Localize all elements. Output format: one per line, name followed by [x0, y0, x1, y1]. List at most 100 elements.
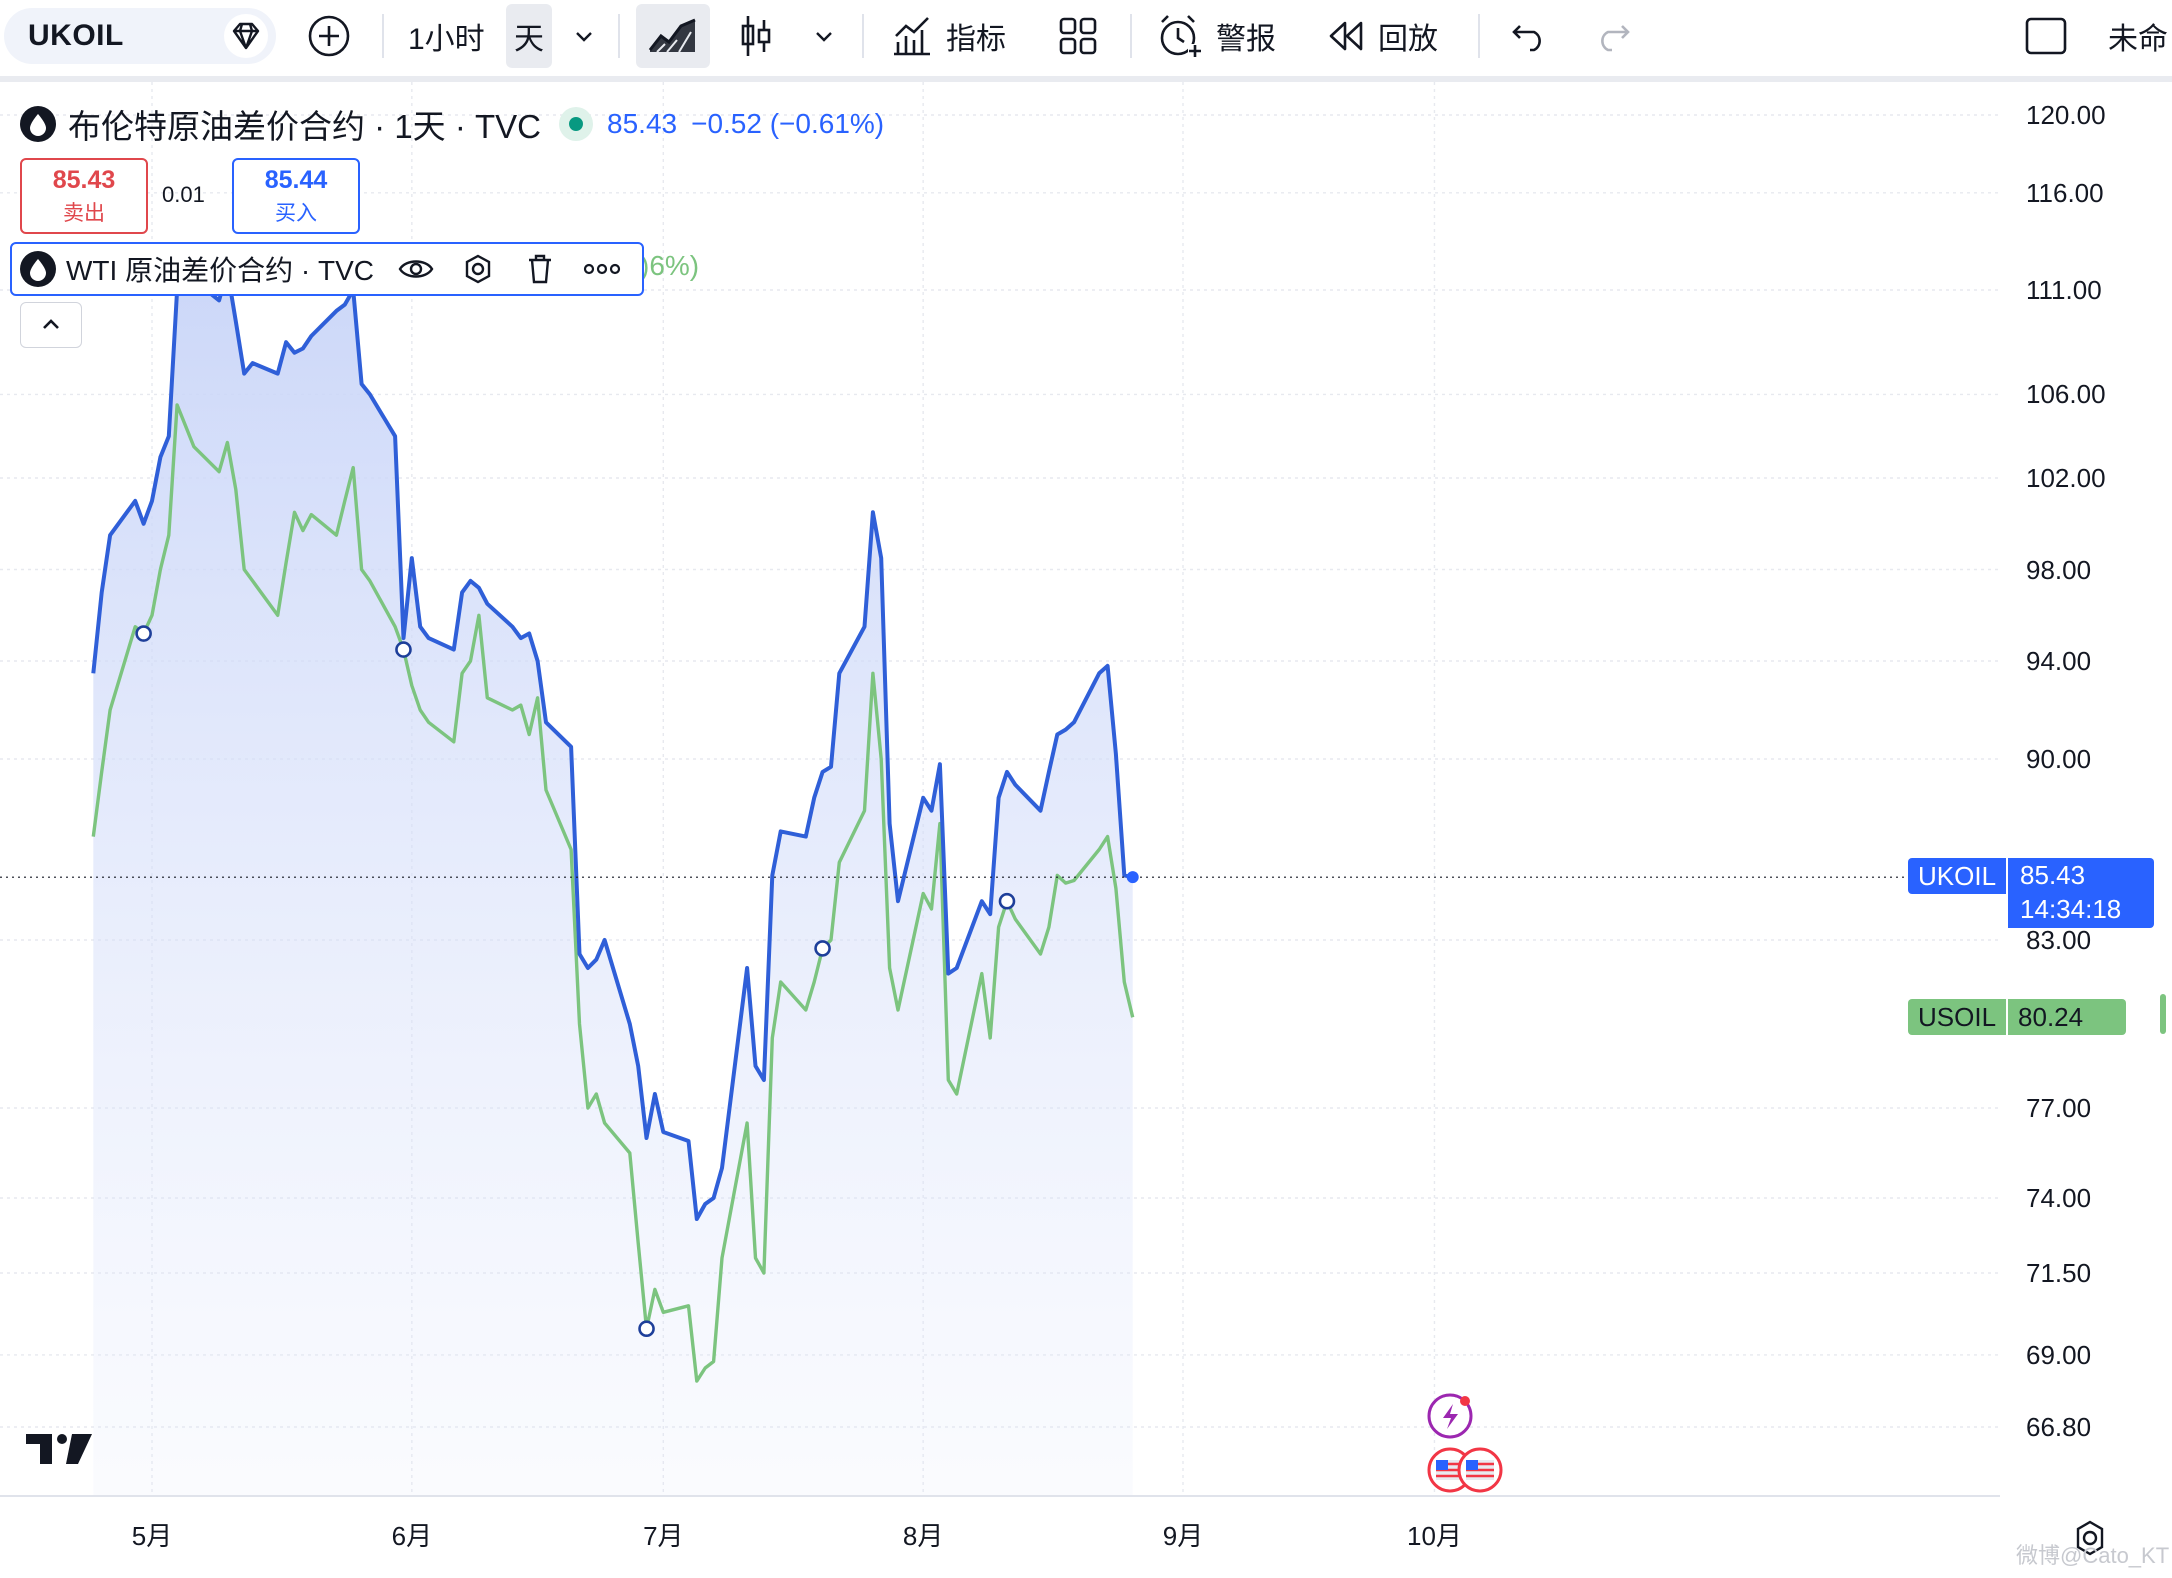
ukoil-badge-countdown: 14:34:18 [2020, 894, 2122, 924]
price-tick-label: 71.50 [2026, 1258, 2092, 1288]
candles-button[interactable] [738, 0, 774, 72]
ukoil-price-badge: UKOIL 85.43 14:34:18 [1908, 858, 2155, 928]
layout-name-button[interactable]: 未命 [2108, 0, 2168, 72]
wti-series-legend[interactable]: WTI 原油差价合约 · TVC [10, 242, 644, 296]
more-options-icon[interactable] [580, 247, 624, 291]
chevron-down-icon [816, 32, 832, 42]
usoil-price-badge: USOIL 80.24 [1908, 999, 2127, 1035]
compare-symbol-button[interactable] [306, 0, 352, 72]
redo-icon [1601, 25, 1630, 52]
area-chart-icon [648, 18, 696, 53]
dividend-event-marker[interactable] [135, 625, 152, 642]
dividend-event-marker[interactable] [998, 892, 1016, 910]
top-toolbar: UKOIL 1小时 天 指标 警报 回放 未命 [0, 0, 2172, 82]
ukoil-area-fill [93, 270, 1133, 1497]
plus-circle-icon [308, 15, 350, 57]
timeframe-day-button[interactable]: 天 [506, 4, 552, 68]
oil-drop-icon [20, 251, 56, 287]
indicators-icon [894, 17, 930, 56]
timeframe-1h-button[interactable]: 1小时 [408, 0, 485, 72]
buy-button[interactable]: 85.44 买入 [232, 158, 360, 234]
time-tick-label: 10月 [1406, 1521, 1462, 1551]
price-tick-label: 83.00 [2026, 925, 2092, 955]
undo-icon [1512, 25, 1541, 52]
wti-change-fragment: )6%) [640, 250, 700, 281]
usoil-scale-marker [2160, 994, 2166, 1034]
replay-label: 回放 [1378, 23, 1438, 56]
toolbar-divider [1478, 14, 1480, 58]
chart-type-dropdown-button[interactable] [812, 0, 836, 72]
tradingview-logo [26, 1434, 92, 1464]
trash-icon[interactable] [518, 247, 562, 291]
rewind-icon [1329, 21, 1363, 51]
eye-icon[interactable] [394, 247, 438, 291]
sell-label: 卖出 [63, 202, 105, 225]
alerts-button[interactable]: 警报 [1156, 0, 1276, 72]
main-series-title: 布伦特原油差价合约 · 1天 · TVC [68, 108, 542, 145]
usoil-badge-name: USOIL [1908, 999, 2007, 1035]
time-tick-label: 5月 [131, 1521, 173, 1551]
price-tick-label: 74.00 [2026, 1183, 2092, 1213]
symbol-search-button[interactable]: UKOIL [4, 8, 276, 64]
fullscreen-button[interactable] [2024, 0, 2068, 72]
ukoil-badge-price: 85.43 [2020, 860, 2086, 890]
alerts-label: 警报 [1216, 23, 1276, 56]
watermark: 微博@Cato_KT [2016, 1543, 2170, 1568]
main-series-legend[interactable]: 布伦特原油差价合约 · 1天 · TVC 85.43 −0.52 (−0.61%… [20, 102, 884, 146]
time-tick-label: 7月 [643, 1521, 684, 1551]
toolbar-divider [1130, 14, 1132, 58]
price-tick-label: 77.00 [2026, 1093, 2092, 1123]
usoil-badge-price: 80.24 [2008, 999, 2127, 1035]
toolbar-divider [382, 14, 384, 58]
symbol-name: UKOIL [28, 19, 124, 52]
main-series-change: −0.52 (−0.61%) [691, 108, 885, 139]
market-open-dot-icon [559, 107, 594, 141]
diamond-icon[interactable] [224, 14, 268, 58]
price-tick-label: 66.80 [2026, 1412, 2092, 1442]
time-tick-label: 8月 [902, 1521, 944, 1551]
square-icon [2025, 17, 2067, 55]
dividend-event-marker[interactable] [814, 940, 831, 957]
us-flag-event-icon[interactable] [1457, 1447, 1503, 1493]
toolbar-divider [862, 14, 864, 58]
sell-price: 85.43 [52, 166, 116, 194]
alarm-clock-plus-icon [1160, 15, 1202, 58]
oil-drop-icon [20, 106, 56, 142]
price-tick-label: 98.00 [2026, 554, 2092, 585]
spread-value: 0.01 [162, 182, 205, 207]
replay-button[interactable]: 回放 [1326, 0, 1438, 72]
price-tick-label: 69.00 [2026, 1339, 2092, 1370]
time-tick-label: 9月 [1162, 1521, 1204, 1551]
indicators-button[interactable]: 指标 [890, 0, 1006, 72]
price-tick-label: 94.00 [2026, 646, 2092, 676]
lightning-event-icon[interactable] [1427, 1393, 1473, 1439]
time-tick-label: 6月 [391, 1521, 433, 1551]
dividend-event-marker[interactable] [638, 1320, 655, 1338]
grid-icon [1059, 17, 1097, 55]
layout-templates-button[interactable] [1058, 0, 1098, 72]
price-tick-label: 102.00 [2026, 463, 2106, 493]
candlestick-icon [741, 16, 771, 56]
timeframe-dropdown-button[interactable] [572, 0, 596, 72]
last-price-dot [1126, 871, 1139, 884]
ukoil-badge-values: 85.43 14:34:18 [2008, 858, 2155, 928]
wti-series-title: WTI 原油差价合约 · TVC [66, 255, 374, 286]
settings-gear-icon[interactable] [456, 247, 500, 291]
price-tick-label: 111.00 [2026, 275, 2102, 305]
price-tick-label: 116.00 [2026, 177, 2104, 208]
dividend-event-marker[interactable] [395, 641, 412, 658]
buy-label: 买入 [275, 202, 317, 225]
indicators-label: 指标 [946, 23, 1006, 56]
main-series-value: 85.43 [607, 108, 678, 139]
chart-type-area-button[interactable] [636, 4, 710, 68]
redo-button[interactable] [1594, 0, 1632, 72]
price-tick-label: 90.00 [2026, 744, 2092, 774]
price-tick-label: 120.00 [2026, 100, 2106, 130]
buy-price: 85.44 [264, 166, 328, 194]
ukoil-badge-name: UKOIL [1908, 858, 2007, 894]
price-tick-label: 106.00 [2026, 379, 2106, 410]
chevron-down-icon [576, 32, 592, 42]
sell-button[interactable]: 85.43 卖出 [20, 158, 148, 234]
undo-button[interactable] [1510, 0, 1548, 72]
collapse-legend-button[interactable] [20, 302, 82, 348]
